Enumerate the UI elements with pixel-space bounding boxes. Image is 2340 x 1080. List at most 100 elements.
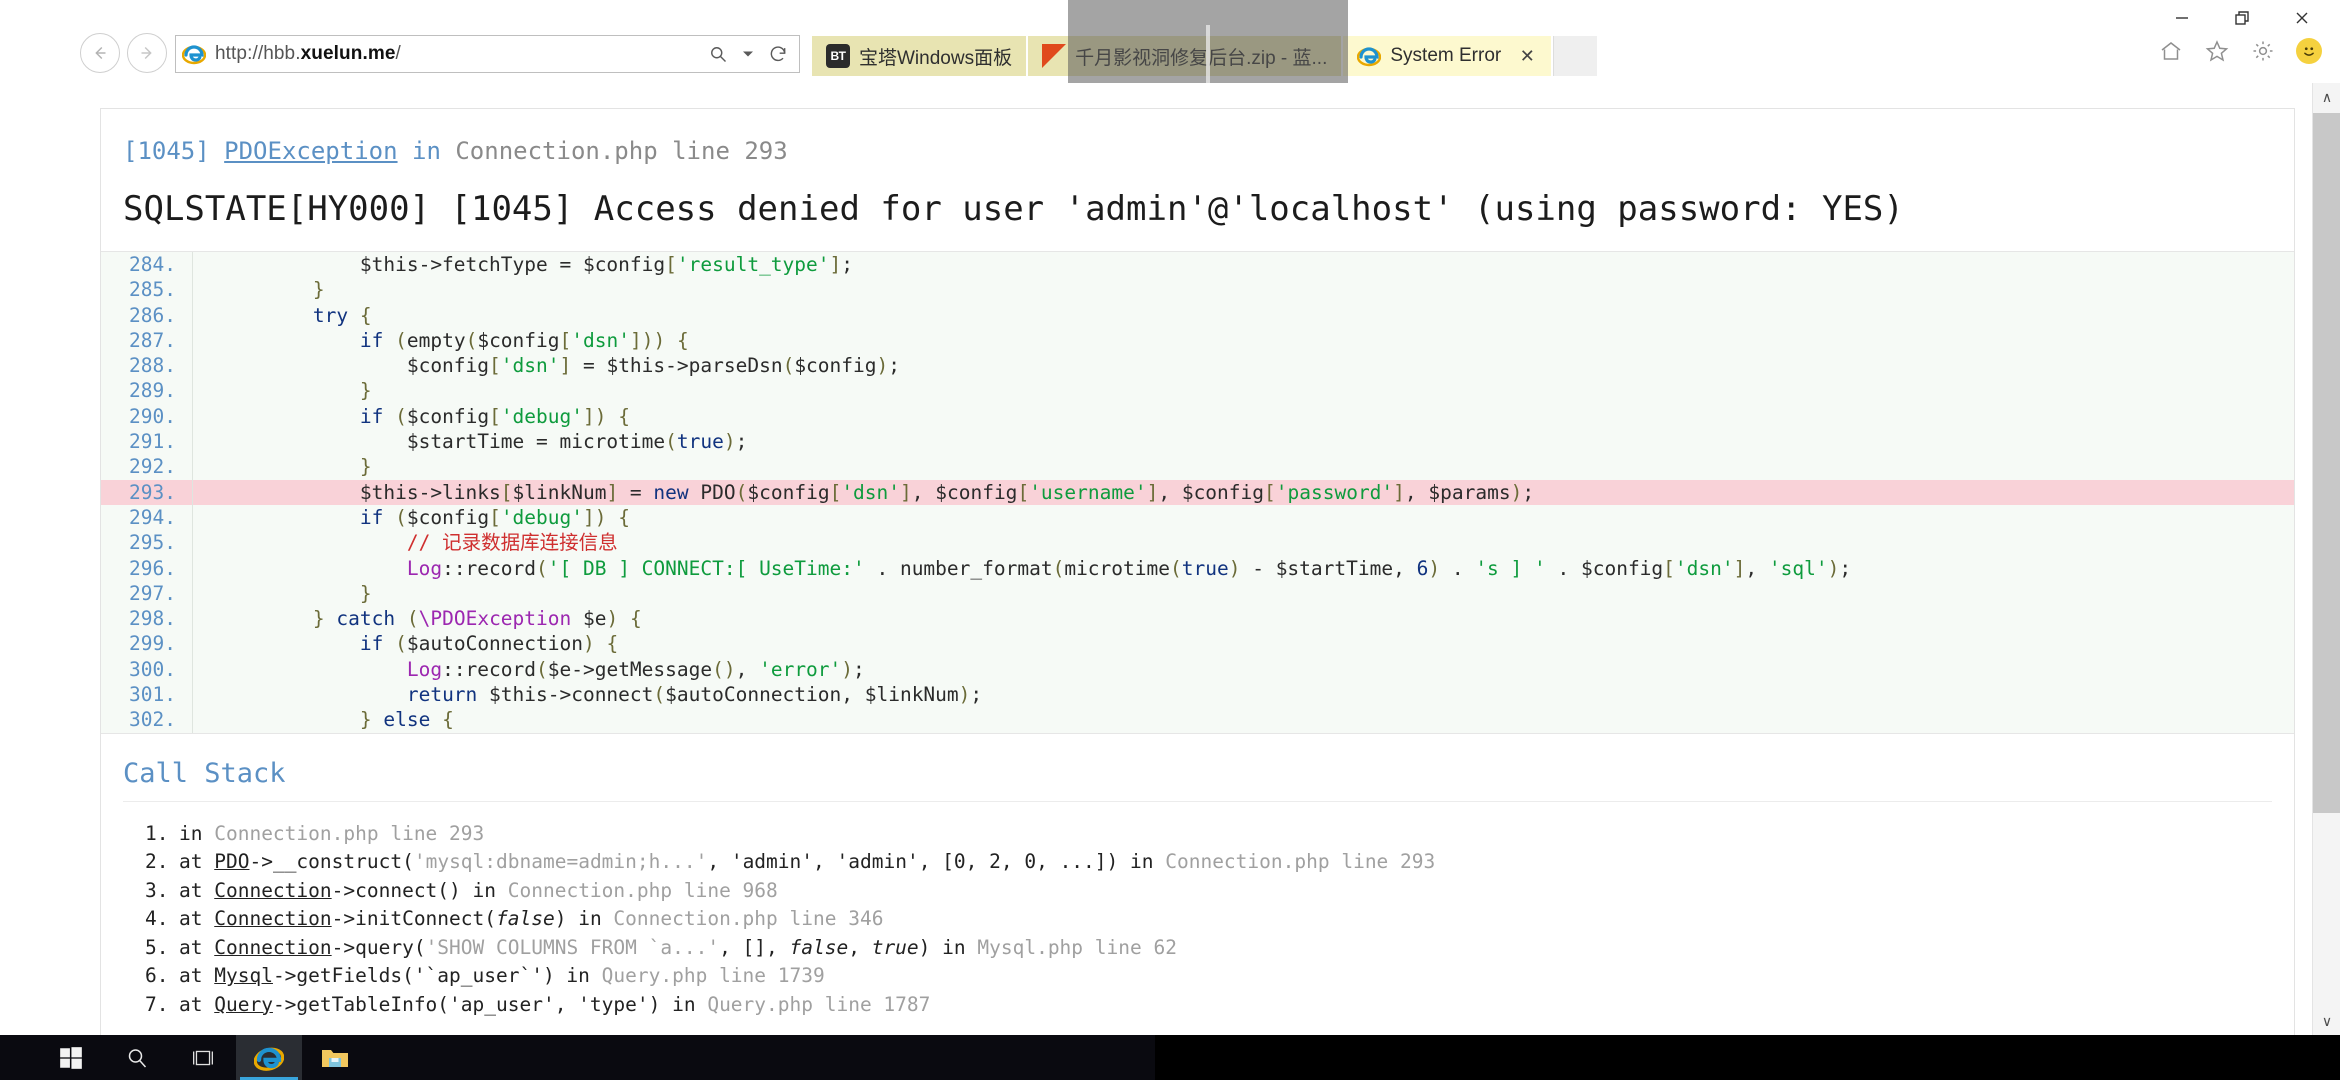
exception-message: SQLSTATE[HY000] [1045] Access denied for… (123, 189, 1904, 229)
call-stack-text: 'admin' (730, 850, 814, 874)
scroll-down-button[interactable]: ∨ (2313, 1007, 2340, 1035)
close-button[interactable] (2272, 0, 2332, 36)
code-line: 300. Log::record($e->getMessage(), 'erro… (101, 656, 2294, 683)
code-text: if ($config['debug']) { (359, 505, 630, 529)
tab-label: 千月影视洞修复后台.zip - 蓝... (1075, 47, 1328, 69)
call-stack-list: 1. in Connection.php line 293 2. at PDO->__… (101, 802, 2294, 1035)
call-stack-class-link[interactable]: Connection (214, 936, 331, 959)
taskbar-file-explorer[interactable] (302, 1035, 368, 1080)
start-button[interactable] (38, 1035, 104, 1080)
home-icon[interactable] (2158, 38, 2184, 64)
code-text: } (359, 455, 372, 479)
line-number: 293. (101, 479, 193, 505)
page-viewport: [1045] PDOException in Connection.php li… (0, 83, 2340, 1035)
line-number: 298. (101, 606, 193, 632)
call-stack-text: true (871, 935, 919, 959)
call-stack-class-link[interactable]: PDO (214, 850, 249, 873)
call-stack-item: 3. at Connection->connect() in Connection… (145, 877, 2272, 906)
code-text: $this->links[$linkNum] = new PDO($config… (219, 480, 1535, 504)
new-tab-button[interactable] (1553, 36, 1598, 76)
call-stack-index: 7. (145, 992, 169, 1016)
screen: http://hbb.xuelun.me/ BT 宝塔Windows面板 千月影… (0, 0, 2340, 1080)
taskbar-internet-explorer[interactable] (236, 1035, 302, 1080)
code-line: 290. if ($config['debug']) { (101, 403, 2294, 430)
line-number: 292. (101, 454, 193, 480)
code-line: 284. $this->fetchType = $config['result_… (101, 252, 2294, 278)
code-line: 285. } (101, 277, 2294, 303)
call-stack-text: in (179, 821, 215, 845)
code-text: } (359, 379, 372, 403)
call-stack-text: at (179, 964, 215, 988)
code-text: return $this->connect($autoConnection, $… (406, 683, 983, 707)
code-line: 298. } catch (\PDOException $e) { (101, 606, 2294, 632)
call-stack-text: ->__construct( (249, 850, 414, 874)
line-number: 300. (101, 656, 193, 683)
call-stack-text: ->initConnect( (331, 907, 497, 931)
feedback-smiley-icon[interactable] (2296, 38, 2322, 64)
restore-button[interactable] (2212, 0, 2272, 36)
minimize-button[interactable] (2152, 0, 2212, 36)
tab-label: System Error (1390, 45, 1502, 66)
chevron-down-icon[interactable] (735, 39, 761, 69)
call-stack-item: 2. at PDO->__construct('mysql:dbname=admi… (145, 848, 2272, 877)
code-line: 301. return $this->connect($autoConnecti… (101, 682, 2294, 708)
search-icon[interactable] (705, 39, 731, 69)
call-stack-index: 2. (145, 850, 169, 874)
code-text: if ($autoConnection) { (359, 632, 619, 656)
ie-favicon-icon (182, 42, 206, 66)
refresh-icon[interactable] (765, 39, 791, 69)
call-stack-item: 4. at Connection->initConnect(false) in C… (145, 905, 2272, 934)
call-stack-text: Mysql.php line 62 (977, 935, 1177, 959)
code-text: Log::record('[ DB ] CONNECT:[ UseTime:' … (406, 556, 1852, 580)
vertical-scrollbar[interactable]: ∧ ∨ (2312, 83, 2340, 1035)
tab-system-error[interactable]: System Error ✕ (1343, 36, 1552, 76)
exception-type-link[interactable]: PDOException (224, 137, 397, 165)
tab-zip-download[interactable]: 千月影视洞修复后台.zip - 蓝... (1028, 36, 1342, 76)
code-text: $this->fetchType = $config['result_type'… (219, 253, 854, 276)
code-line: 293. $this->links[$linkNum] = new PDO($c… (101, 479, 2294, 505)
taskbar-items (0, 1035, 1155, 1080)
call-stack-class-link[interactable]: Query (214, 993, 273, 1016)
task-view-button[interactable] (170, 1035, 236, 1080)
line-number: 287. (101, 327, 193, 354)
line-number: 297. (101, 580, 193, 607)
search-button[interactable] (104, 1035, 170, 1080)
code-line: 295. // 记录数据库连接信息 (101, 530, 2294, 556)
tab-strip: BT 宝塔Windows面板 千月影视洞修复后台.zip - 蓝... Syst… (812, 36, 1598, 76)
line-number: 291. (101, 429, 193, 455)
code-line: 289. } (101, 378, 2294, 404)
scroll-up-button[interactable]: ∧ (2313, 83, 2340, 111)
call-stack-item: 6. at Mysql->getFields('`ap_user`') in Qu… (145, 962, 2272, 991)
line-number: 302. (101, 707, 193, 733)
error-page-container: [1045] PDOException in Connection.php li… (100, 108, 2295, 1035)
back-arrow-icon[interactable] (80, 33, 120, 73)
call-stack-index: 5. (145, 935, 169, 959)
call-stack-text: , [0, 2, 0, ...]) in (918, 850, 1166, 874)
scrollbar-thumb[interactable] (2313, 113, 2340, 813)
settings-gear-icon[interactable] (2250, 38, 2276, 64)
close-icon[interactable]: ✕ (1517, 46, 1537, 66)
address-bar[interactable]: http://hbb.xuelun.me/ (175, 35, 800, 73)
call-stack-class-link[interactable]: Connection (214, 879, 331, 902)
call-stack-text: 'admin' (836, 850, 919, 874)
call-stack-index: 4. (145, 907, 169, 931)
call-stack-text: Connection.php line 968 (507, 878, 778, 902)
tab-bt-panel[interactable]: BT 宝塔Windows面板 (812, 36, 1027, 76)
call-stack-class-link[interactable]: Mysql (214, 964, 273, 987)
code-line: 297. } (101, 580, 2294, 607)
command-bar-icons (2158, 38, 2322, 64)
call-stack-text: at (179, 992, 215, 1016)
code-line: 294. if ($config['debug']) { (101, 504, 2294, 531)
tab-label: 宝塔Windows面板 (859, 47, 1013, 69)
line-number: 299. (101, 631, 193, 657)
line-number: 295. (101, 530, 193, 556)
forward-arrow-icon[interactable] (127, 33, 167, 73)
code-line: 286. try { (101, 302, 2294, 328)
call-stack-class-link[interactable]: Connection (214, 907, 331, 930)
exception-file: Connection.php line 293 (455, 137, 788, 165)
call-stack-text: false (496, 907, 555, 931)
line-number: 294. (101, 504, 193, 531)
code-text: } (359, 581, 372, 605)
favorites-star-icon[interactable] (2204, 38, 2230, 64)
url-text: http://hbb.xuelun.me/ (215, 43, 401, 64)
